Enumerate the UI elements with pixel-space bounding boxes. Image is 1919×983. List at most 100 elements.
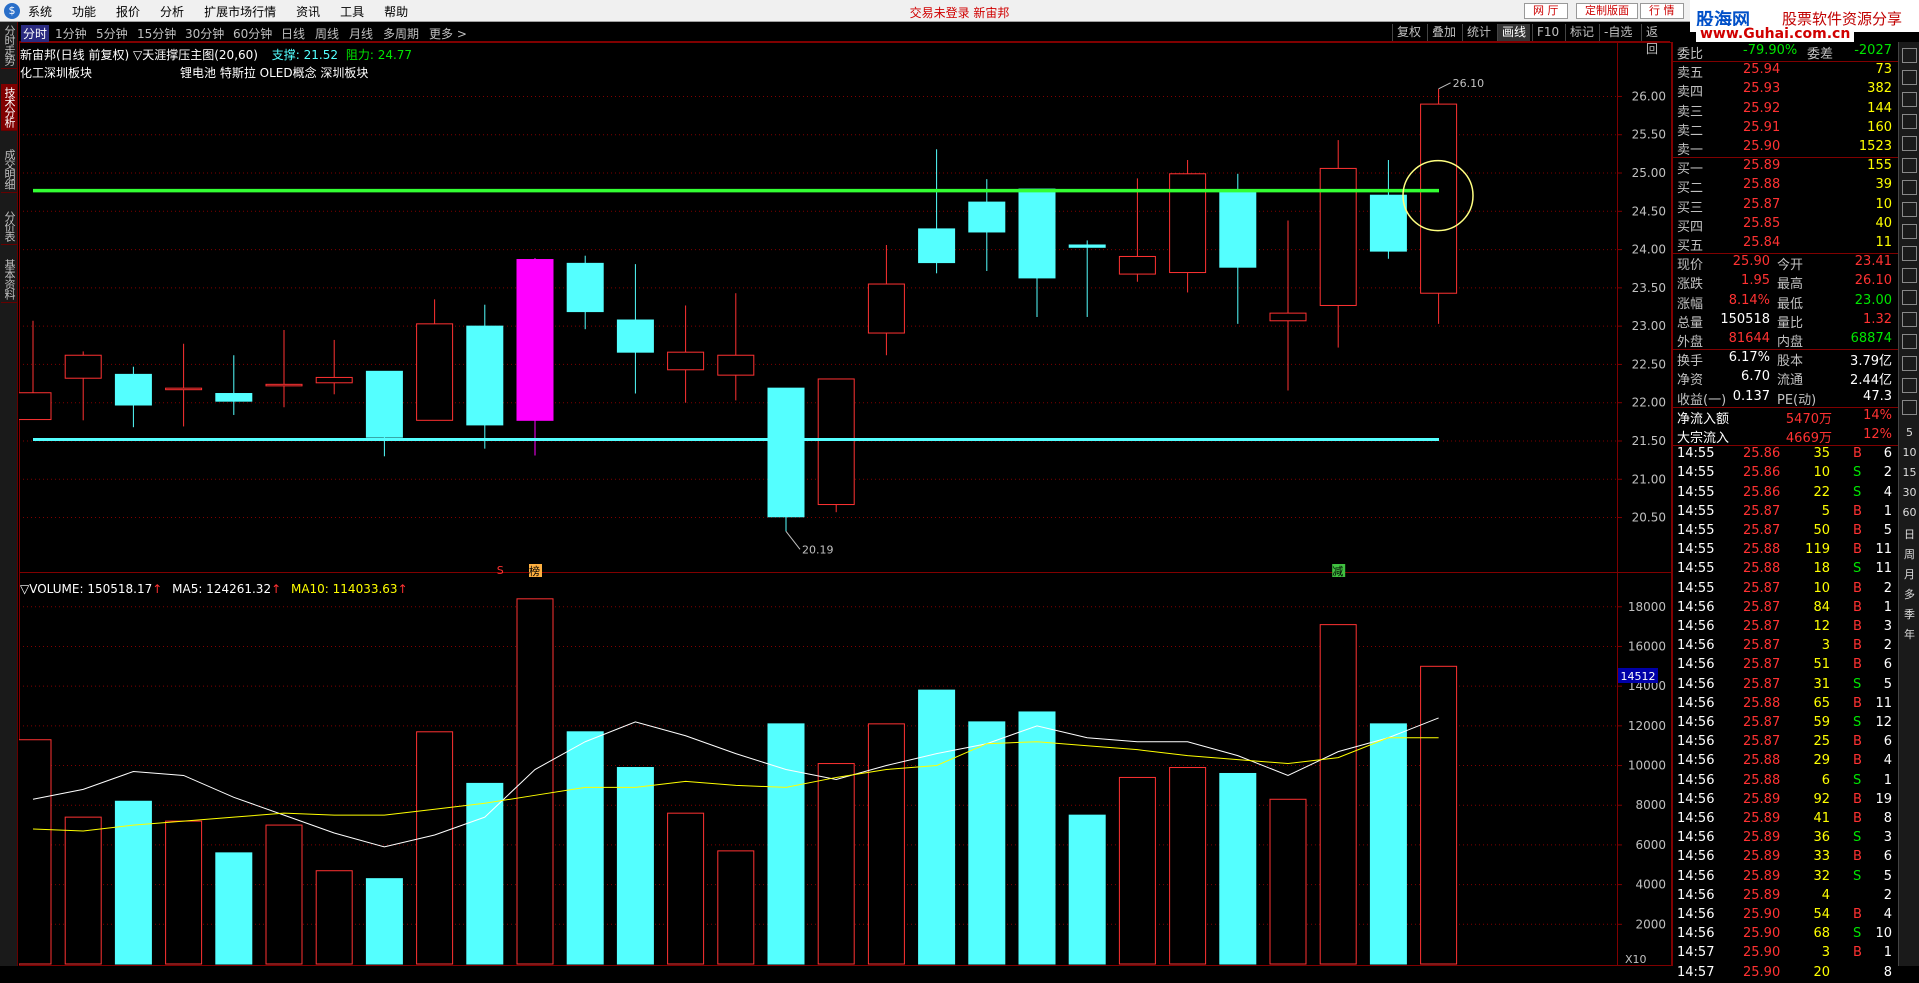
period-shortcut[interactable]: 日 <box>1901 526 1918 542</box>
cross-icon[interactable] <box>1902 356 1917 371</box>
online-hall-button[interactable]: 网 厅 <box>1524 3 1568 19</box>
period-monthly[interactable]: 月线 <box>349 25 373 42</box>
book-icon[interactable] <box>1902 202 1917 217</box>
tab-intraday[interactable]: 分时走势 <box>1 22 17 69</box>
bid-row[interactable]: 买四 25.85 40 <box>1673 215 1898 235</box>
period-multi[interactable]: 多周期 <box>383 25 419 42</box>
tick-row[interactable]: 14:55 25.88 119 B 11 <box>1673 541 1898 560</box>
period-shortcut[interactable]: 周 <box>1901 546 1918 562</box>
tick-row[interactable]: 14:56 25.87 31 S 5 <box>1673 676 1898 695</box>
tab-technical[interactable]: 技术分析 <box>1 84 17 131</box>
stat-row[interactable]: 涨跌 1.95 最高 26.10 <box>1673 272 1898 292</box>
period-shortcut[interactable]: 季 <box>1901 606 1918 622</box>
period-shortcut[interactable]: 月 <box>1901 566 1918 582</box>
tick-row[interactable]: 14:56 25.87 12 B 3 <box>1673 618 1898 637</box>
statistics-button[interactable]: 统计 <box>1462 24 1495 41</box>
period-shortcut[interactable]: 多 <box>1901 586 1918 602</box>
period-daily[interactable]: 日线 <box>281 25 305 42</box>
period-shortcut[interactable]: 年 <box>1901 626 1918 642</box>
stat-row[interactable]: 外盘 81644 内盘 68874 <box>1673 330 1898 350</box>
fund-flow-row[interactable]: 大宗流入 4669万 12% <box>1673 426 1898 446</box>
period-more[interactable]: 更多 > <box>429 25 467 42</box>
ask-row[interactable]: 卖一 25.90 1523 <box>1673 138 1898 158</box>
tick-row[interactable]: 14:55 25.87 50 B 5 <box>1673 522 1898 541</box>
zoom-icon[interactable] <box>1902 180 1917 195</box>
f10-button[interactable]: F10 <box>1532 24 1563 41</box>
remove-watchlist-button[interactable]: -自选 <box>1599 24 1636 41</box>
period-shortcut[interactable]: 30 <box>1901 486 1918 499</box>
period-shortcut[interactable]: 15 <box>1901 466 1918 479</box>
tick-row[interactable]: 14:56 25.87 59 S 12 <box>1673 714 1898 733</box>
back-button[interactable]: 返回 <box>1641 24 1670 56</box>
tick-row[interactable]: 14:56 25.89 33 B 6 <box>1673 848 1898 867</box>
period-weekly[interactable]: 周线 <box>315 25 339 42</box>
bid-row[interactable]: 买一 25.89 155 <box>1673 157 1898 177</box>
tick-row[interactable]: 14:56 25.87 25 B 6 <box>1673 733 1898 752</box>
period-shortcut[interactable]: 5 <box>1901 426 1918 439</box>
stat-row[interactable]: 涨幅 8.14% 最低 23.00 <box>1673 292 1898 312</box>
up-arrow-icon[interactable] <box>1902 48 1917 63</box>
fund-flow-row[interactable]: 净流入额 5470万 14% <box>1673 407 1898 427</box>
period-1min[interactable]: 1分钟 <box>55 25 87 42</box>
bid-row[interactable]: 买三 25.87 10 <box>1673 196 1898 216</box>
bid-row[interactable]: 买二 25.88 39 <box>1673 176 1898 196</box>
fundamental-row[interactable]: 净资 6.70 流通 2.44亿 <box>1673 368 1898 388</box>
cog-icon[interactable] <box>1902 290 1917 305</box>
period-intraday[interactable]: 分时 <box>21 25 50 42</box>
tick-row[interactable]: 14:55 25.86 22 S 4 <box>1673 484 1898 503</box>
lock-icon[interactable] <box>1902 334 1917 349</box>
period-30min[interactable]: 30分钟 <box>185 25 224 42</box>
tick-row[interactable]: 14:56 25.87 84 B 1 <box>1673 599 1898 618</box>
tick-row[interactable]: 14:55 25.86 10 S 2 <box>1673 464 1898 483</box>
period-60min[interactable]: 60分钟 <box>233 25 272 42</box>
tick-row[interactable]: 14:55 25.88 18 S 11 <box>1673 560 1898 579</box>
line-icon[interactable] <box>1902 136 1917 151</box>
down-arrow-icon[interactable] <box>1902 400 1917 415</box>
ask-row[interactable]: 卖四 25.93 382 <box>1673 80 1898 100</box>
indicator-name-label[interactable]: ▽天涯撑压主图(20,60) <box>133 48 258 62</box>
ask-row[interactable]: 卖五 25.94 73 <box>1673 61 1898 81</box>
tick-row[interactable]: 14:55 25.86 35 B 6 <box>1673 445 1898 464</box>
tick-row[interactable]: 14:56 25.88 29 B 4 <box>1673 752 1898 771</box>
market-button[interactable]: 行 情 <box>1640 3 1684 19</box>
tick-row[interactable]: 14:55 25.87 5 B 1 <box>1673 503 1898 522</box>
tick-row[interactable]: 14:56 25.88 65 B 11 <box>1673 695 1898 714</box>
tick-row[interactable]: 14:56 25.89 36 S 3 <box>1673 829 1898 848</box>
stat-row[interactable]: 现价 25.90 今开 23.41 <box>1673 253 1898 273</box>
tick-row[interactable]: 14:57 25.90 3 B 1 <box>1673 944 1898 963</box>
fundamental-row[interactable]: 收益(一) 0.137 PE(动) 47.3 <box>1673 388 1898 408</box>
tick-row[interactable]: 14:57 25.90 20 8 <box>1673 964 1898 983</box>
bars-icon[interactable] <box>1902 114 1917 129</box>
fundamental-row[interactable]: 换手 6.17% 股本 3.79亿 <box>1673 349 1898 369</box>
bid-row[interactable]: 买五 25.84 11 <box>1673 234 1898 254</box>
overlay-button[interactable]: 叠加 <box>1427 24 1460 41</box>
stat-row[interactable]: 总量 150518 量比 1.32 <box>1673 311 1898 331</box>
adjust-button[interactable]: 复权 <box>1392 24 1425 41</box>
fs-icon[interactable] <box>1902 378 1917 393</box>
list-icon[interactable] <box>1902 92 1917 107</box>
draw-line-button[interactable]: 画线 <box>1497 24 1531 41</box>
mark-button[interactable]: 标记 <box>1565 24 1598 41</box>
pen-icon[interactable] <box>1902 312 1917 327</box>
tick-row[interactable]: 14:56 25.90 68 S 10 <box>1673 925 1898 944</box>
period-5min[interactable]: 5分钟 <box>96 25 128 42</box>
tick-row[interactable]: 14:56 25.89 4 2 <box>1673 887 1898 906</box>
tab-trade-detail[interactable]: 成交明细 <box>1 146 17 193</box>
tick-row[interactable]: 14:55 25.87 10 B 2 <box>1673 580 1898 599</box>
chart-icon[interactable] <box>1902 158 1917 173</box>
custom-layout-button[interactable]: 定制版面 <box>1576 3 1638 19</box>
hand-icon[interactable] <box>1902 246 1917 261</box>
tick-row[interactable]: 14:56 25.88 6 S 1 <box>1673 772 1898 791</box>
tab-price-table[interactable]: 分价表 <box>1 208 17 245</box>
tick-row[interactable]: 14:56 25.89 92 B 19 <box>1673 791 1898 810</box>
period-shortcut[interactable]: 10 <box>1901 446 1918 459</box>
indicator-icon[interactable] <box>1902 224 1917 239</box>
tick-row[interactable]: 14:56 25.87 51 B 6 <box>1673 656 1898 675</box>
tick-row[interactable]: 14:56 25.90 54 B 4 <box>1673 906 1898 925</box>
kline-chart[interactable]: 26.00 25.50 25.00 24.50 24.00 23.50 23.00 22.50… <box>19 42 1672 966</box>
period-shortcut[interactable]: 60 <box>1901 506 1918 519</box>
order-ratio-row[interactable]: 委比 -79.90% 委差 -2027 <box>1673 42 1898 62</box>
tab-fundamentals[interactable]: 基本资料 <box>1 256 17 303</box>
tick-row[interactable]: 14:56 25.89 41 B 8 <box>1673 810 1898 829</box>
period-15min[interactable]: 15分钟 <box>137 25 176 42</box>
